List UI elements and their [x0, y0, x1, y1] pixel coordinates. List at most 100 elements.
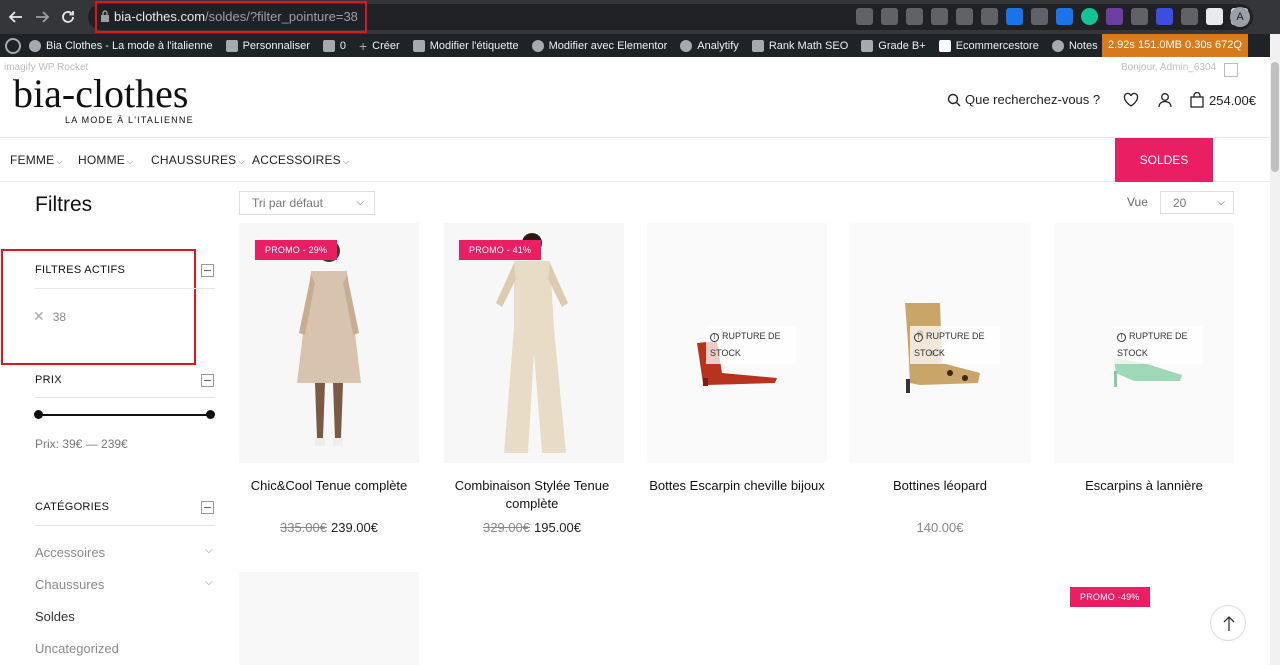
wordpress-icon[interactable] — [5, 37, 21, 54]
category-uncategorized[interactable]: Uncategorized — [35, 641, 119, 656]
stock-text: RUPTURE DE STOCK — [710, 331, 781, 358]
elementor-icon — [531, 39, 544, 52]
out-of-stock-label: ! RUPTURE DE STOCK — [706, 326, 796, 364]
menu-item-soldes[interactable]: SOLDES — [1115, 138, 1213, 182]
filters-title: Filtres — [35, 193, 93, 216]
wp-rankmath-label: Rank Math SEO — [768, 39, 849, 52]
eye-icon[interactable] — [1131, 8, 1148, 25]
profile-avatar[interactable]: A — [1230, 7, 1250, 27]
wp-ecommerce-link[interactable]: Ecommercestore — [938, 39, 1039, 52]
price-range-text: Prix: 39€ — 239€ — [35, 437, 128, 451]
menu-item-accessoires[interactable]: ACCESSOIRES ⌵ — [252, 153, 349, 167]
sort-select[interactable]: Tri par défaut ⌵ — [239, 191, 375, 215]
promo-badge: PROMO -49% — [1070, 587, 1150, 607]
wp-analytify-link[interactable]: Analytify — [680, 39, 739, 52]
forward-icon[interactable] — [29, 4, 55, 30]
back-icon[interactable] — [3, 4, 29, 30]
new-badge-icon[interactable] — [1056, 8, 1073, 25]
promo-badge: PROMO - 29% — [255, 240, 338, 260]
search-button[interactable]: Que recherchez-vous ? — [947, 92, 1100, 107]
user-icon[interactable] — [1157, 92, 1173, 108]
chevron-down-icon[interactable]: ⌵ — [205, 545, 213, 556]
wp-elementor-link[interactable]: Modifier avec Elementor — [531, 39, 668, 52]
back-to-top-button[interactable] — [1210, 605, 1246, 641]
recycle-icon[interactable] — [931, 8, 948, 25]
product-name[interactable]: Chic&Cool Tenue complète — [229, 477, 429, 495]
chevron-down-icon: ⌵ — [356, 197, 364, 208]
comment-icon — [322, 39, 335, 52]
reload-icon[interactable] — [55, 4, 81, 30]
collapse-price-button[interactable] — [201, 374, 214, 387]
category-soldes[interactable]: Soldes — [35, 609, 75, 624]
wp-notes-link[interactable]: Notes — [1051, 39, 1098, 52]
translate-blue-icon[interactable] — [1006, 8, 1023, 25]
site-logo[interactable]: bia-clothes — [13, 70, 189, 117]
price-slider-track[interactable] — [38, 414, 211, 416]
wp-new-link[interactable]: + Créer — [359, 38, 400, 54]
wp-elementor-label: Modifier avec Elementor — [548, 39, 668, 52]
product-image[interactable] — [1054, 572, 1234, 665]
product-name[interactable]: Combinaison Stylée Tenue complète — [432, 477, 632, 513]
collapse-active-filters-button[interactable] — [201, 264, 214, 277]
shield-icon — [861, 39, 874, 52]
product-name[interactable]: Bottes Escarpin cheville bijoux — [637, 477, 837, 495]
regular-price: 140.00€ — [916, 520, 964, 535]
query-monitor-stats[interactable]: 2.92s 151.0MB 0.30s 672Q — [1102, 34, 1248, 57]
wp-comments-link[interactable]: 0 — [322, 39, 346, 52]
price-slider-max-handle[interactable] — [206, 410, 215, 419]
shopping-bag-icon[interactable] — [1190, 92, 1204, 108]
heart-icon[interactable] — [1123, 92, 1139, 108]
x-icon — [938, 39, 951, 52]
sort-value: Tri par défaut — [252, 196, 323, 210]
old-price: 335.00€ — [280, 520, 327, 535]
category-chaussures[interactable]: Chaussures — [35, 577, 104, 592]
product-price: 140.00€ — [840, 520, 1040, 535]
globe-icon[interactable] — [956, 8, 973, 25]
promo-badge: PROMO - 41% — [459, 240, 542, 260]
pencil-icon — [412, 39, 425, 52]
ghost-avatar — [1224, 63, 1238, 77]
wp-grade-label: Grade B+ — [878, 39, 926, 52]
wp-rankmath-link[interactable]: Rank Math SEO — [751, 39, 849, 52]
refresh-icon[interactable] — [1181, 8, 1198, 25]
price-slider-min-handle[interactable] — [34, 410, 43, 419]
star-icon[interactable] — [906, 8, 923, 25]
view-count-select[interactable]: 20 ⌵ — [1160, 191, 1234, 214]
menu-label: ACCESSOIRES — [252, 153, 341, 167]
active-filters-title: FILTRES ACTIFS — [35, 264, 126, 276]
menu-item-homme[interactable]: HOMME ⌵ — [78, 153, 133, 167]
price-title: PRIX — [35, 374, 62, 386]
product-name[interactable]: Bottines léopard — [840, 477, 1040, 495]
out-of-stock-label: ! RUPTURE DE STOCK — [910, 326, 1000, 364]
camera-icon[interactable] — [1031, 8, 1048, 25]
wp-site-link[interactable]: Bia Clothes - La mode à l'italienne — [29, 39, 213, 52]
wp-new-label: Créer — [372, 39, 400, 52]
counter-28-icon[interactable] — [1106, 8, 1123, 25]
wp-grade-link[interactable]: Grade B+ — [861, 39, 926, 52]
flag-icon[interactable] — [981, 8, 998, 25]
wp-customize-link[interactable]: Personnaliser — [225, 39, 310, 52]
puzzle-icon[interactable] — [1206, 8, 1223, 25]
scrollbar-thumb[interactable] — [1271, 62, 1279, 172]
wp-edit-tag-link[interactable]: Modifier l'étiquette — [412, 39, 519, 52]
out-of-stock-label: ! RUPTURE DE STOCK — [1113, 326, 1203, 364]
translate-icon[interactable] — [856, 8, 873, 25]
product-name[interactable]: Escarpins à lannière — [1044, 477, 1244, 495]
collapse-categories-button[interactable] — [201, 501, 214, 514]
grammarly-icon[interactable] — [1081, 8, 1098, 25]
widget-divider — [35, 288, 215, 289]
product-image[interactable] — [239, 572, 419, 665]
sale-price: 195.00€ — [534, 520, 581, 535]
menu-item-femme[interactable]: FEMME ⌵ — [10, 153, 63, 167]
target-icon[interactable] — [1156, 8, 1173, 25]
share-icon[interactable] — [881, 8, 898, 25]
active-filter-chip[interactable]: ✕ 38 — [33, 308, 66, 325]
chevron-down-icon: ⌵ — [127, 157, 134, 166]
menu-item-chaussures[interactable]: CHAUSSURES ⌵ — [151, 153, 245, 167]
extension-icons — [856, 8, 1248, 25]
chevron-down-icon[interactable]: ⌵ — [205, 577, 213, 588]
category-accessoires[interactable]: Accessoires — [35, 545, 105, 560]
analytify-icon — [680, 39, 693, 52]
cart-total[interactable]: 254.00€ — [1209, 93, 1256, 108]
menu-label: FEMME — [10, 153, 55, 167]
